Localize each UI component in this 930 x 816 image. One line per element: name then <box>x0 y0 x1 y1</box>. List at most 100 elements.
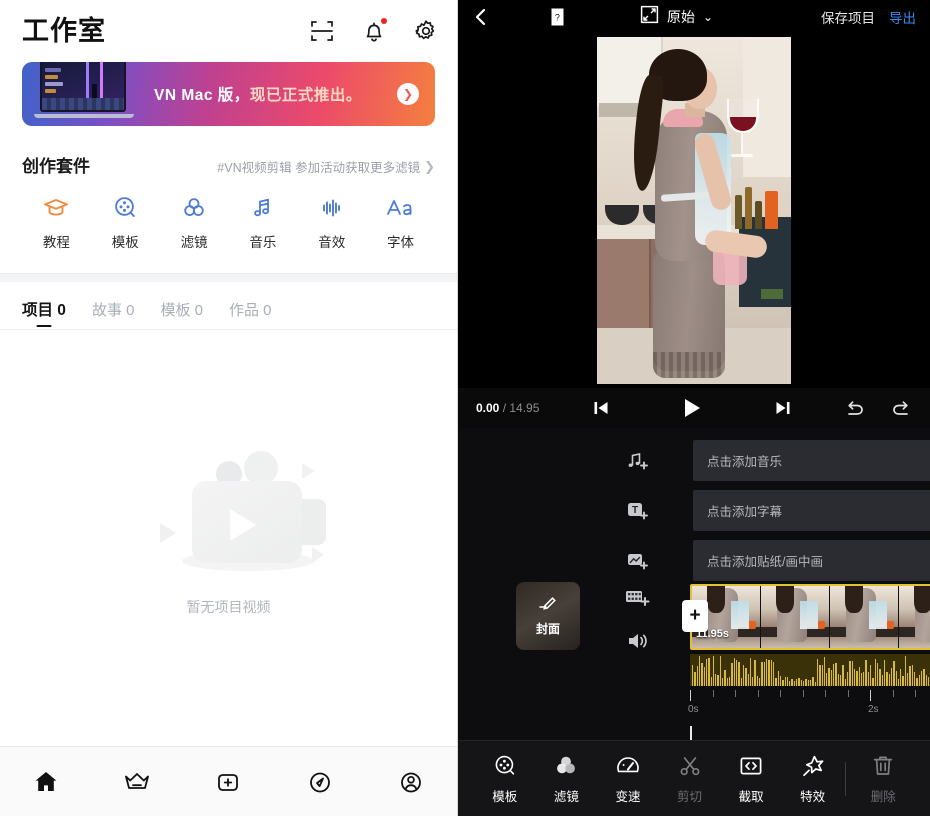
scan-icon[interactable] <box>309 18 335 44</box>
redo-icon[interactable] <box>891 398 912 418</box>
editor-panel: ? 原始 ⌄ 保存项目 导出 0.00 / 14.95 点击添加音乐 T 点击添… <box>458 0 930 816</box>
track-subtitle: T 点击添加字幕 <box>458 490 930 531</box>
playhead[interactable] <box>690 726 692 740</box>
kit-item-label: 滤镜 <box>180 235 208 250</box>
tool-label: 变速 <box>615 789 641 804</box>
video-preview[interactable] <box>458 33 930 388</box>
time-display: 0.00 / 14.95 <box>476 401 539 415</box>
kit-item-music[interactable]: 音乐 <box>228 191 297 251</box>
kit-item-label: 模板 <box>111 235 139 250</box>
sound-wave-icon <box>317 191 347 225</box>
add-sticker-placeholder[interactable]: 点击添加贴纸/画中画 <box>693 540 930 581</box>
home-icon[interactable] <box>22 760 70 804</box>
tool-label: 滤镜 <box>553 789 579 804</box>
tool-effects[interactable]: 特效 <box>782 753 844 805</box>
aspect-ratio-selector[interactable]: 原始 ⌄ <box>640 5 713 29</box>
trash-icon <box>871 753 895 779</box>
creation-kit-header: 创作套件 #VN视频剪辑 参加活动获取更多滤镜 ❯ <box>0 126 457 177</box>
timeline[interactable]: 点击添加音乐 T 点击添加字幕 点击添加贴纸/画中画 封面 + 11.95s 0… <box>458 428 930 740</box>
notification-badge <box>380 17 388 25</box>
tab-stories[interactable]: 故事 0 <box>92 299 135 329</box>
help-book-icon[interactable]: ? <box>550 7 566 27</box>
creation-kit-title: 创作套件 <box>22 157 90 176</box>
pencil-edit-icon <box>536 595 560 618</box>
creation-kit-promo-text: #VN视频剪辑 参加活动获取更多滤镜 <box>217 161 421 175</box>
plus-square-icon[interactable] <box>204 760 252 804</box>
add-subtitle-placeholder[interactable]: 点击添加字幕 <box>693 490 930 531</box>
film-reel-icon <box>492 753 518 779</box>
promo-banner-text: VN Mac 版，现已正式推出。 <box>154 87 362 104</box>
play-icon[interactable] <box>680 396 704 420</box>
tab-works[interactable]: 作品 0 <box>229 299 272 329</box>
add-sticker-icon[interactable] <box>618 549 658 573</box>
volume-icon[interactable] <box>618 620 658 662</box>
timeline-ruler: 0s 2s <box>688 690 930 720</box>
track-sticker: 点击添加贴纸/画中画 <box>458 540 930 581</box>
tool-cut[interactable]: 剪切 <box>659 753 721 805</box>
add-film-icon[interactable] <box>618 578 658 620</box>
back-chevron-icon[interactable] <box>472 7 498 27</box>
track-music: 点击添加音乐 <box>458 440 930 481</box>
promo-banner[interactable]: VN Mac 版，现已正式推出。 ❯ <box>22 62 435 126</box>
profile-icon[interactable] <box>387 760 435 804</box>
kit-item-filter[interactable]: 滤镜 <box>160 191 229 251</box>
total-time: 14.95 <box>509 401 540 415</box>
add-text-icon[interactable]: T <box>618 499 658 523</box>
laptop-mockup-image <box>34 62 134 120</box>
editor-topbar-actions: 保存项目 导出 <box>821 7 916 27</box>
tool-speed[interactable]: 变速 <box>597 753 659 805</box>
add-music-placeholder[interactable]: 点击添加音乐 <box>693 440 930 481</box>
compass-icon[interactable] <box>296 760 344 804</box>
tool-trim[interactable]: 截取 <box>720 753 782 805</box>
color-circles-icon <box>179 191 209 225</box>
tool-label: 剪切 <box>677 789 703 804</box>
tab-templates[interactable]: 模板 0 <box>160 299 203 329</box>
tool-label: 删除 <box>870 789 896 804</box>
clip-side-icons <box>618 578 658 662</box>
promo-arrow-icon[interactable]: ❯ <box>397 83 419 105</box>
header-actions <box>309 17 439 44</box>
kit-item-label: 字体 <box>387 235 415 250</box>
history-buttons <box>844 398 912 418</box>
clip-frame <box>830 586 899 648</box>
insert-clip-button[interactable]: + <box>682 600 708 632</box>
tool-delete[interactable]: 删除 <box>852 753 914 805</box>
cover-thumbnail[interactable]: 封面 <box>516 582 580 650</box>
kit-item-template[interactable]: 模板 <box>91 191 160 251</box>
kit-item-sound-effect[interactable]: 音效 <box>297 191 366 251</box>
chevron-right-icon: ❯ <box>424 158 435 174</box>
video-frame-image <box>597 37 791 384</box>
app-screen: 工作室 VN Mac 版，现已正式推出。 ❯ 创作套件 #VN视频剪辑 参加活动… <box>0 0 930 816</box>
cover-label: 封面 <box>535 622 560 636</box>
transport-buttons <box>592 396 792 420</box>
undo-icon[interactable] <box>844 398 865 418</box>
current-time: 0.00 <box>476 401 500 415</box>
tool-label: 截取 <box>738 789 764 804</box>
audio-waveform <box>690 654 930 686</box>
notification-bell-icon[interactable] <box>361 17 388 44</box>
add-music-icon[interactable] <box>618 449 658 473</box>
kit-item-font[interactable]: 字体 <box>366 191 435 251</box>
kit-item-label: 音乐 <box>249 235 277 250</box>
kit-item-tutorial[interactable]: 教程 <box>22 191 91 251</box>
creation-kit-promo-link[interactable]: #VN视频剪辑 参加活动获取更多滤镜 ❯ <box>217 157 435 176</box>
skip-to-start-icon[interactable] <box>592 399 610 417</box>
settings-gear-icon[interactable] <box>413 18 439 44</box>
star-sparkle-icon <box>800 753 826 779</box>
tool-filter[interactable]: 滤镜 <box>536 753 598 805</box>
tool-label: 模板 <box>492 789 518 804</box>
crown-icon[interactable] <box>113 760 161 804</box>
video-clip[interactable] <box>690 584 930 650</box>
clip-frame <box>899 586 930 648</box>
bottom-navigation <box>0 746 457 816</box>
tool-template[interactable]: 模板 <box>474 753 536 805</box>
svg-text:T: T <box>632 505 638 516</box>
export-button[interactable]: 导出 <box>889 7 916 27</box>
skip-to-end-icon[interactable] <box>774 399 792 417</box>
waveform-bars <box>690 654 930 686</box>
speedometer-icon <box>615 753 641 779</box>
save-project-button[interactable]: 保存项目 <box>821 7 875 27</box>
tab-projects[interactable]: 项目 0 <box>22 298 66 329</box>
promo-banner-wrap: VN Mac 版，现已正式推出。 ❯ <box>0 62 457 126</box>
editor-topbar: ? 原始 ⌄ 保存项目 导出 <box>458 0 930 33</box>
